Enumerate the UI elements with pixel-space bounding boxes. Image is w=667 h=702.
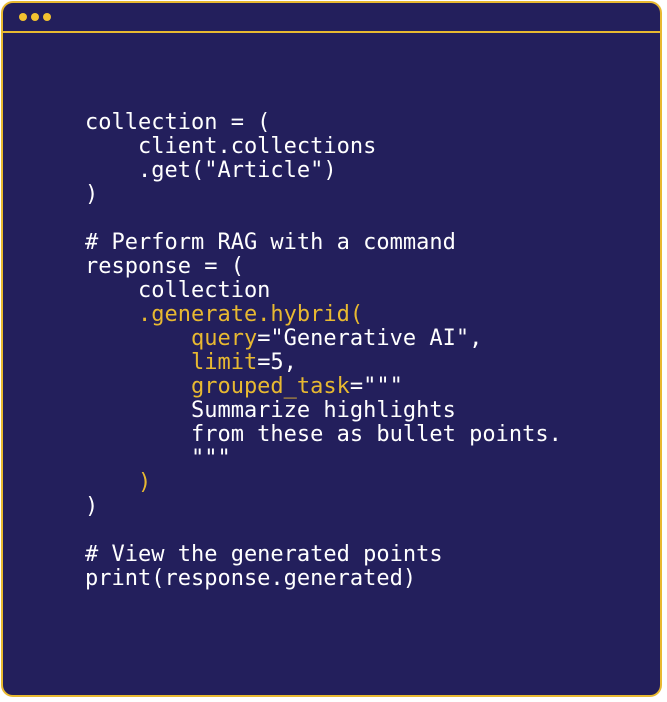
code-token: .generate.hybrid(	[85, 302, 364, 327]
window-controls	[19, 13, 51, 21]
code-line: .generate.hybrid(	[85, 303, 562, 327]
code-token: grouped_task	[85, 374, 350, 399]
window-dot-icon	[43, 13, 51, 21]
code-line: )	[85, 495, 562, 519]
code-token: collection = (	[85, 110, 271, 135]
code-token: limit	[85, 350, 258, 375]
code-line: )	[85, 183, 562, 207]
code-block: collection = ( client.collections .get("…	[85, 111, 562, 591]
code-line: from these as bullet points.	[85, 423, 562, 447]
code-line: """	[85, 447, 562, 471]
code-token: ="Generative AI",	[257, 326, 483, 351]
window-dot-icon	[31, 13, 39, 21]
code-token: )	[85, 470, 152, 495]
code-line: client.collections	[85, 135, 562, 159]
code-token: collection	[85, 278, 271, 303]
code-window: collection = ( client.collections .get("…	[1, 1, 662, 697]
code-token: )	[85, 182, 99, 207]
code-line: # Perform RAG with a command	[85, 231, 562, 255]
code-line: query="Generative AI",	[85, 327, 562, 351]
code-token: =5,	[257, 350, 297, 375]
code-token: query	[85, 326, 258, 351]
code-line: Summarize highlights	[85, 399, 562, 423]
code-line: response = (	[85, 255, 562, 279]
code-line: .get("Article")	[85, 159, 562, 183]
code-token: Summarize highlights	[85, 398, 456, 423]
code-line: collection	[85, 279, 562, 303]
code-token: print(response.generated)	[85, 566, 417, 591]
code-line: collection = (	[85, 111, 562, 135]
code-line: grouped_task="""	[85, 375, 562, 399]
code-line: )	[85, 471, 562, 495]
code-line: print(response.generated)	[85, 567, 562, 591]
code-token: # View the generated points	[85, 542, 443, 567]
code-token: response = (	[85, 254, 244, 279]
code-token: # Perform RAG with a command	[85, 230, 456, 255]
code-token: """	[85, 446, 231, 471]
code-token: )	[85, 494, 99, 519]
window-titlebar	[3, 3, 660, 33]
code-token: client.collections	[85, 134, 377, 159]
code-token: ="""	[349, 374, 403, 399]
code-token: .get("Article")	[85, 158, 337, 183]
code-line: limit=5,	[85, 351, 562, 375]
code-line: # View the generated points	[85, 543, 562, 567]
code-token: from these as bullet points.	[85, 422, 562, 447]
window-dot-icon	[19, 13, 27, 21]
